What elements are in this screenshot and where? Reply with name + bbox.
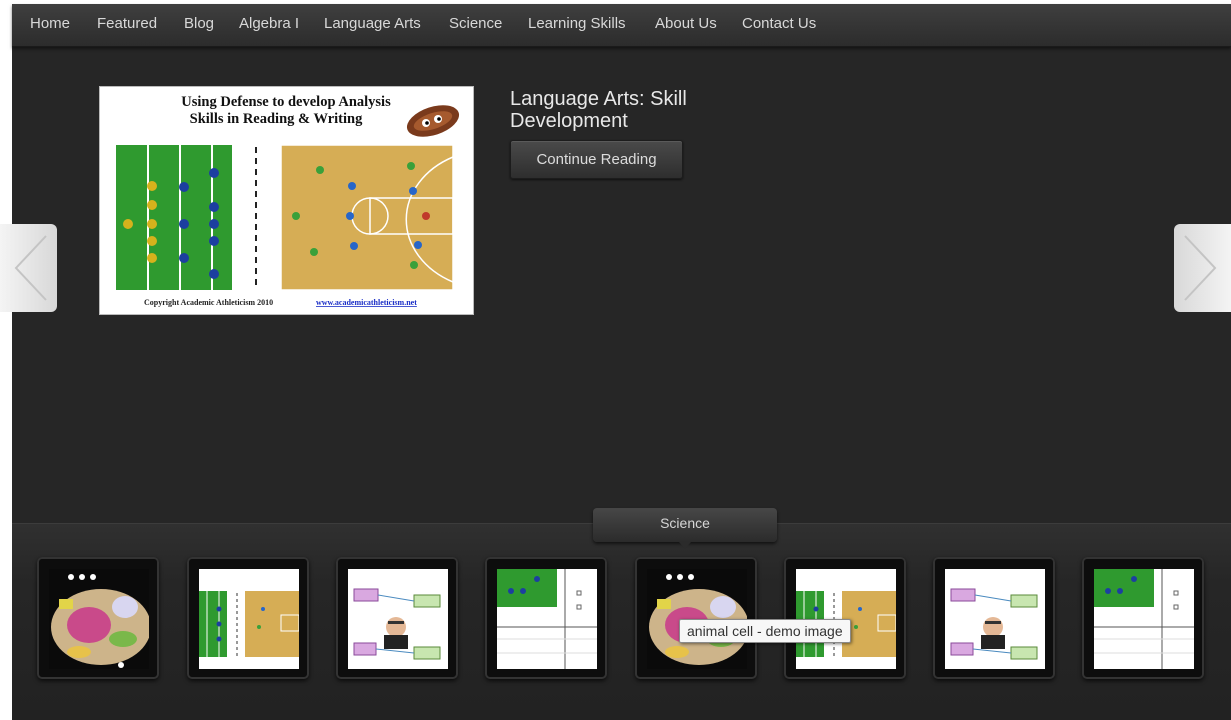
chevron-left-icon xyxy=(14,235,47,301)
animal-cell-image xyxy=(49,569,149,669)
graph-grid-image xyxy=(497,569,597,669)
flow-diagram-image xyxy=(945,569,1045,669)
nav-about-us[interactable]: About Us xyxy=(655,15,717,32)
graph-grid-image xyxy=(1094,569,1194,669)
flow-diagram-image xyxy=(348,569,448,669)
football-field-diagram xyxy=(116,145,232,290)
continue-reading-button[interactable]: Continue Reading xyxy=(510,140,683,179)
thumbnail-defense-analysis[interactable] xyxy=(784,557,906,679)
nav-featured[interactable]: Featured xyxy=(97,15,157,32)
thumbnail-animal-cell[interactable] xyxy=(635,557,757,679)
football-icon xyxy=(406,105,460,137)
top-navigation: Home Featured Blog Algebra I Language Ar… xyxy=(12,4,1231,47)
nav-language-arts[interactable]: Language Arts xyxy=(324,15,421,32)
thumbnail-animal-cell[interactable] xyxy=(37,557,159,679)
thumbnail-defense-analysis[interactable] xyxy=(187,557,309,679)
nav-science[interactable]: Science xyxy=(449,15,502,32)
image-copyright: Copyright Academic Athleticism 2010 xyxy=(144,298,273,307)
featured-slide-image[interactable]: Using Defense to develop Analysis Skills… xyxy=(99,86,474,315)
thumbnail-graph-grid[interactable] xyxy=(1082,557,1204,679)
thumbnail-flow-diagram[interactable] xyxy=(336,557,458,679)
nav-blog[interactable]: Blog xyxy=(184,15,214,32)
defense-analysis-image xyxy=(199,569,299,669)
image-heading-line2: Skills in Reading & Writing xyxy=(190,111,363,127)
nav-algebra[interactable]: Algebra I xyxy=(239,15,299,32)
basketball-court-diagram xyxy=(280,144,454,291)
category-label: Science xyxy=(593,508,777,549)
previous-slide-button[interactable] xyxy=(0,224,57,312)
nav-contact-us[interactable]: Contact Us xyxy=(742,15,816,32)
image-heading-line1: Using Defense to develop Analysis xyxy=(181,94,391,110)
thumbnail-graph-grid[interactable] xyxy=(485,557,607,679)
nav-home[interactable]: Home xyxy=(30,15,70,32)
chevron-right-icon xyxy=(1184,235,1217,301)
slide-title[interactable]: Language Arts: Skill Development xyxy=(510,88,770,132)
nav-learning-skills[interactable]: Learning Skills xyxy=(528,15,626,32)
thumbnail-flow-diagram[interactable] xyxy=(933,557,1055,679)
next-slide-button[interactable] xyxy=(1174,224,1231,312)
thumbnail-tooltip: animal cell - demo image xyxy=(679,619,851,643)
image-link[interactable]: www.academicathleticism.net xyxy=(316,298,417,307)
